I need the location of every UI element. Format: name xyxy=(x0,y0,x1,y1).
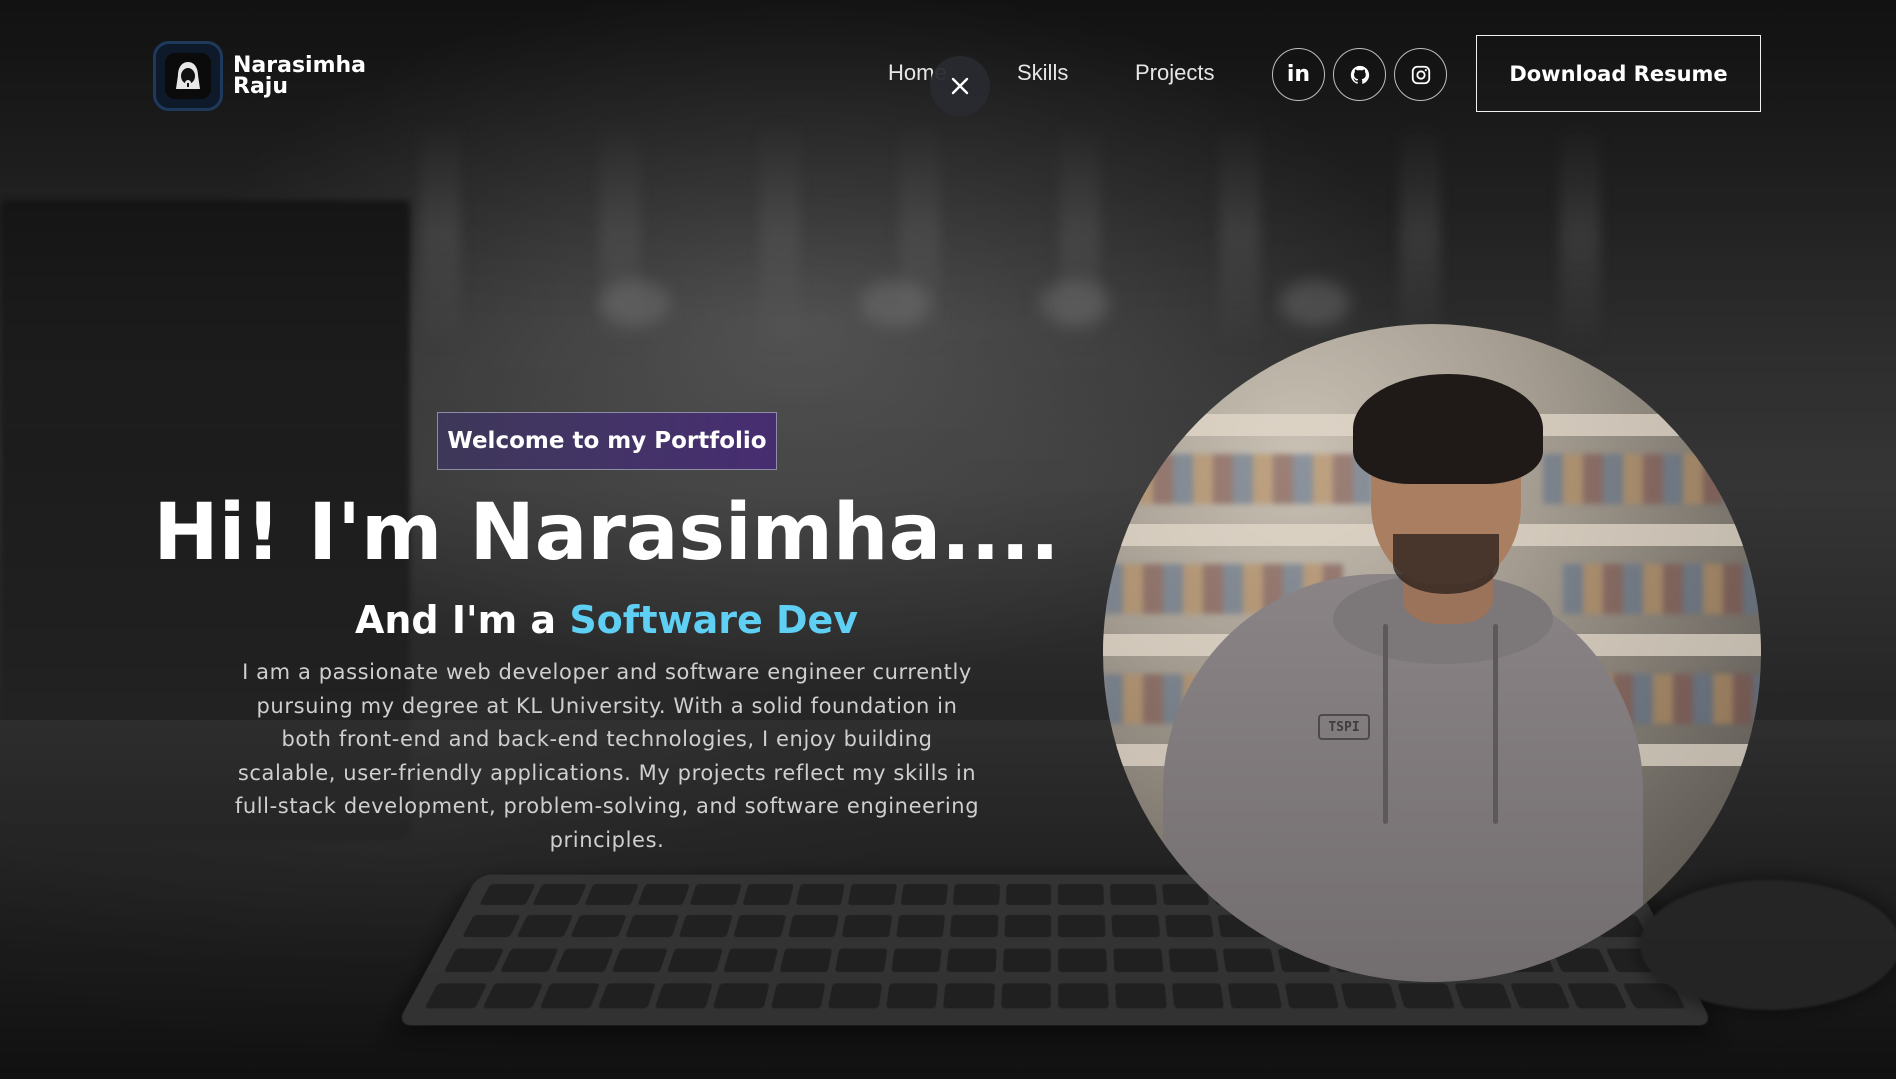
instagram-button[interactable] xyxy=(1394,48,1447,101)
hero-subtitle-role: Software Dev xyxy=(569,598,859,642)
brand-name: Narasimha Raju xyxy=(233,53,367,99)
github-icon xyxy=(1350,65,1369,84)
hero-subtitle-prefix: And I'm a xyxy=(354,598,570,642)
hacker-hood-icon xyxy=(153,41,223,111)
linkedin-icon: in xyxy=(1286,62,1311,87)
instagram-icon xyxy=(1411,65,1430,84)
brand[interactable]: Narasimha Raju xyxy=(153,41,366,111)
welcome-badge: Welcome to my Portfolio xyxy=(437,412,777,470)
hero-subtitle: And I'm a Software Dev xyxy=(0,598,1213,642)
hero-description: I am a passionate web developer and soft… xyxy=(234,660,980,852)
close-icon xyxy=(951,77,969,95)
close-button[interactable] xyxy=(930,56,990,116)
github-button[interactable] xyxy=(1333,48,1386,101)
nav-link-projects[interactable]: Projects xyxy=(1135,60,1214,86)
linkedin-button[interactable]: in xyxy=(1272,48,1325,101)
social-links: in xyxy=(1272,48,1447,101)
hoodie-logo: TSPI xyxy=(1318,714,1370,740)
profile-photo: TSPI xyxy=(1103,324,1761,982)
download-resume-button[interactable]: Download Resume xyxy=(1476,35,1761,112)
hero-title: Hi! I'm Narasimha.... xyxy=(153,488,1060,578)
nav-link-skills[interactable]: Skills xyxy=(1017,60,1068,86)
